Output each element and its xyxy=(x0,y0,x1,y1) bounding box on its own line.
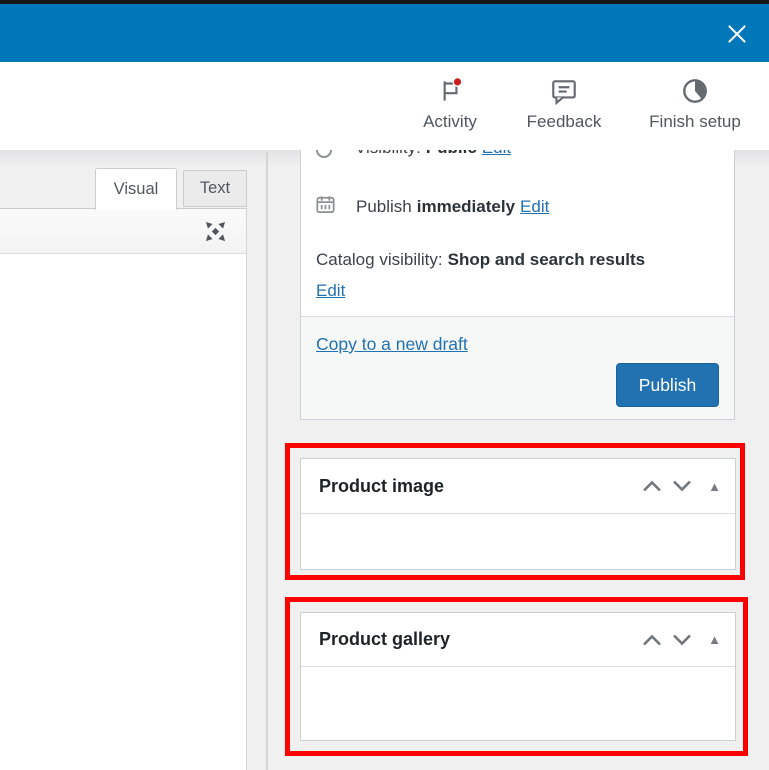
tab-text[interactable]: Text xyxy=(183,170,247,207)
catalog-visibility-row: Catalog visibility: Shop and search resul… xyxy=(316,247,645,303)
move-up-icon[interactable] xyxy=(642,478,662,494)
product-gallery-panel-header: Product gallery ▲ xyxy=(301,613,735,667)
publish-panel: Visibility:PublicEdit Publishimmediately… xyxy=(300,115,735,420)
woocommerce-product-edit-screen: Activity Feedback Finish setup Visual Te… xyxy=(0,0,769,770)
move-up-icon[interactable] xyxy=(642,632,662,648)
product-image-title: Product image xyxy=(319,475,445,496)
close-icon xyxy=(728,25,746,43)
setup-wizard-topbar xyxy=(0,4,769,62)
tab-text-label: Text xyxy=(199,179,231,197)
panel-controls: ▲ xyxy=(642,459,721,513)
activity-label: Activity xyxy=(423,112,477,131)
calendar-icon xyxy=(316,196,335,214)
tab-visual-label: Visual xyxy=(113,180,159,198)
panel-controls: ▲ xyxy=(642,613,721,666)
publishing-actions-footer: Copy to a new draft Publish xyxy=(301,316,734,419)
close-button[interactable] xyxy=(715,12,759,56)
finish-setup-label: Finish setup xyxy=(649,112,741,131)
toggle-panel-icon[interactable]: ▲ xyxy=(708,480,721,493)
move-down-icon[interactable] xyxy=(672,478,692,494)
feedback-button[interactable]: Feedback xyxy=(522,76,606,132)
fullscreen-toggle-button[interactable] xyxy=(199,215,231,247)
finish-setup-icon xyxy=(683,79,707,103)
product-gallery-panel: Product gallery ▲ Add product gallery im… xyxy=(300,612,736,741)
editor-canvas[interactable] xyxy=(0,253,247,770)
expand-arrows-icon xyxy=(205,221,225,241)
feedback-label: Feedback xyxy=(526,112,602,131)
activity-button[interactable]: Activity xyxy=(413,76,487,132)
product-gallery-title: Product gallery xyxy=(319,629,451,649)
publish-immediately-text: Publish immediately Edit xyxy=(356,197,550,216)
schedule-edit-link[interactable]: Edit xyxy=(520,197,549,216)
copy-to-new-draft-link[interactable]: Copy to a new draft xyxy=(316,334,468,355)
move-down-icon[interactable] xyxy=(672,632,692,648)
unread-badge-dot xyxy=(452,76,463,87)
tab-visual[interactable]: Visual xyxy=(95,168,177,210)
header-toolbar: Activity Feedback Finish setup xyxy=(0,62,769,150)
product-image-panel-header: Product image ▲ xyxy=(301,459,735,514)
catalog-edit-link[interactable]: Edit xyxy=(316,278,345,303)
product-image-panel: Product image ▲ Set product image ? xyxy=(300,458,736,570)
publish-button[interactable]: Publish xyxy=(616,363,719,407)
activity-icon xyxy=(443,76,463,101)
editor-toolbar xyxy=(0,208,247,253)
toggle-panel-icon[interactable]: ▲ xyxy=(708,633,721,646)
finish-setup-button[interactable]: Finish setup xyxy=(641,76,749,132)
column-separator xyxy=(266,152,268,770)
feedback-icon xyxy=(552,80,576,106)
